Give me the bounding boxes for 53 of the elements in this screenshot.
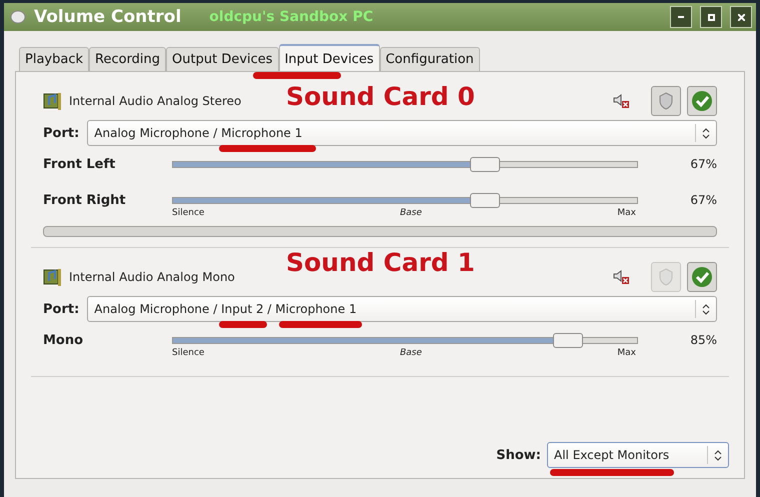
tab[interactable]: Input Devices xyxy=(278,44,380,72)
close-icon xyxy=(738,14,744,20)
slider-thumb[interactable] xyxy=(470,156,500,172)
lock-channels-button[interactable] xyxy=(651,86,681,116)
set-default-button[interactable] xyxy=(687,262,717,292)
scale-label: Max xyxy=(617,348,636,358)
device-name: Internal Audio Analog Stereo xyxy=(69,94,242,108)
volume-reading: 67% xyxy=(689,193,717,207)
annotation-underline xyxy=(219,321,267,328)
show-label: Show: xyxy=(496,448,541,462)
updown-arrow-icon xyxy=(714,450,722,460)
speaker-mute-icon[interactable] xyxy=(613,94,629,108)
set-default-button[interactable] xyxy=(687,86,717,116)
scale-label: Silence xyxy=(172,348,204,358)
port-dropdown[interactable]: Analog Microphone / Input 2 / Microphone 1 xyxy=(87,296,717,322)
port-label: Port: xyxy=(43,302,80,316)
scale-label: Silence xyxy=(172,208,204,218)
checkmark-icon xyxy=(691,266,713,288)
annotation-label: Sound Card 1 xyxy=(286,248,475,277)
tab[interactable]: Recording xyxy=(89,47,166,71)
sound-card-icon xyxy=(43,267,63,287)
scale-label: Base xyxy=(400,348,422,358)
updown-arrow-icon xyxy=(702,128,710,138)
maximize-icon xyxy=(708,14,714,20)
annotation-label: Sound Card 0 xyxy=(286,82,475,111)
channel-name: Mono xyxy=(43,332,84,348)
scale-label: Base xyxy=(400,208,422,218)
device-name: Internal Audio Analog Mono xyxy=(69,270,235,284)
channel-name: Front Right xyxy=(43,192,127,208)
port-dropdown[interactable]: Analog Microphone / Microphone 1 xyxy=(87,120,717,146)
checkmark-icon xyxy=(691,90,713,112)
sound-card-icon xyxy=(43,91,63,111)
tab[interactable]: Playback xyxy=(19,47,90,71)
shield-icon xyxy=(658,268,674,286)
slider-thumb[interactable] xyxy=(553,332,584,348)
channel-name: Front Left xyxy=(43,156,116,172)
slider-thumb[interactable] xyxy=(470,192,500,208)
updown-arrow-icon xyxy=(702,304,710,314)
show-dropdown[interactable]: All Except Monitors xyxy=(547,442,729,468)
close-button[interactable] xyxy=(730,6,752,28)
volume-reading: 67% xyxy=(689,157,717,171)
port-label: Port: xyxy=(43,126,80,140)
speaker-mute-icon[interactable] xyxy=(613,270,629,284)
maximize-button[interactable] xyxy=(700,6,722,28)
window-subtitle: oldcpu's Sandbox PC xyxy=(209,9,374,25)
tab[interactable]: Configuration xyxy=(380,47,480,71)
window-title: Volume Control xyxy=(34,7,182,27)
shield-icon xyxy=(658,92,674,110)
scale-label: Max xyxy=(617,208,636,218)
volume-reading: 85% xyxy=(689,333,717,347)
minimize-button[interactable] xyxy=(670,6,692,28)
minimize-icon xyxy=(678,16,684,18)
tab[interactable]: Output Devices xyxy=(166,47,279,71)
